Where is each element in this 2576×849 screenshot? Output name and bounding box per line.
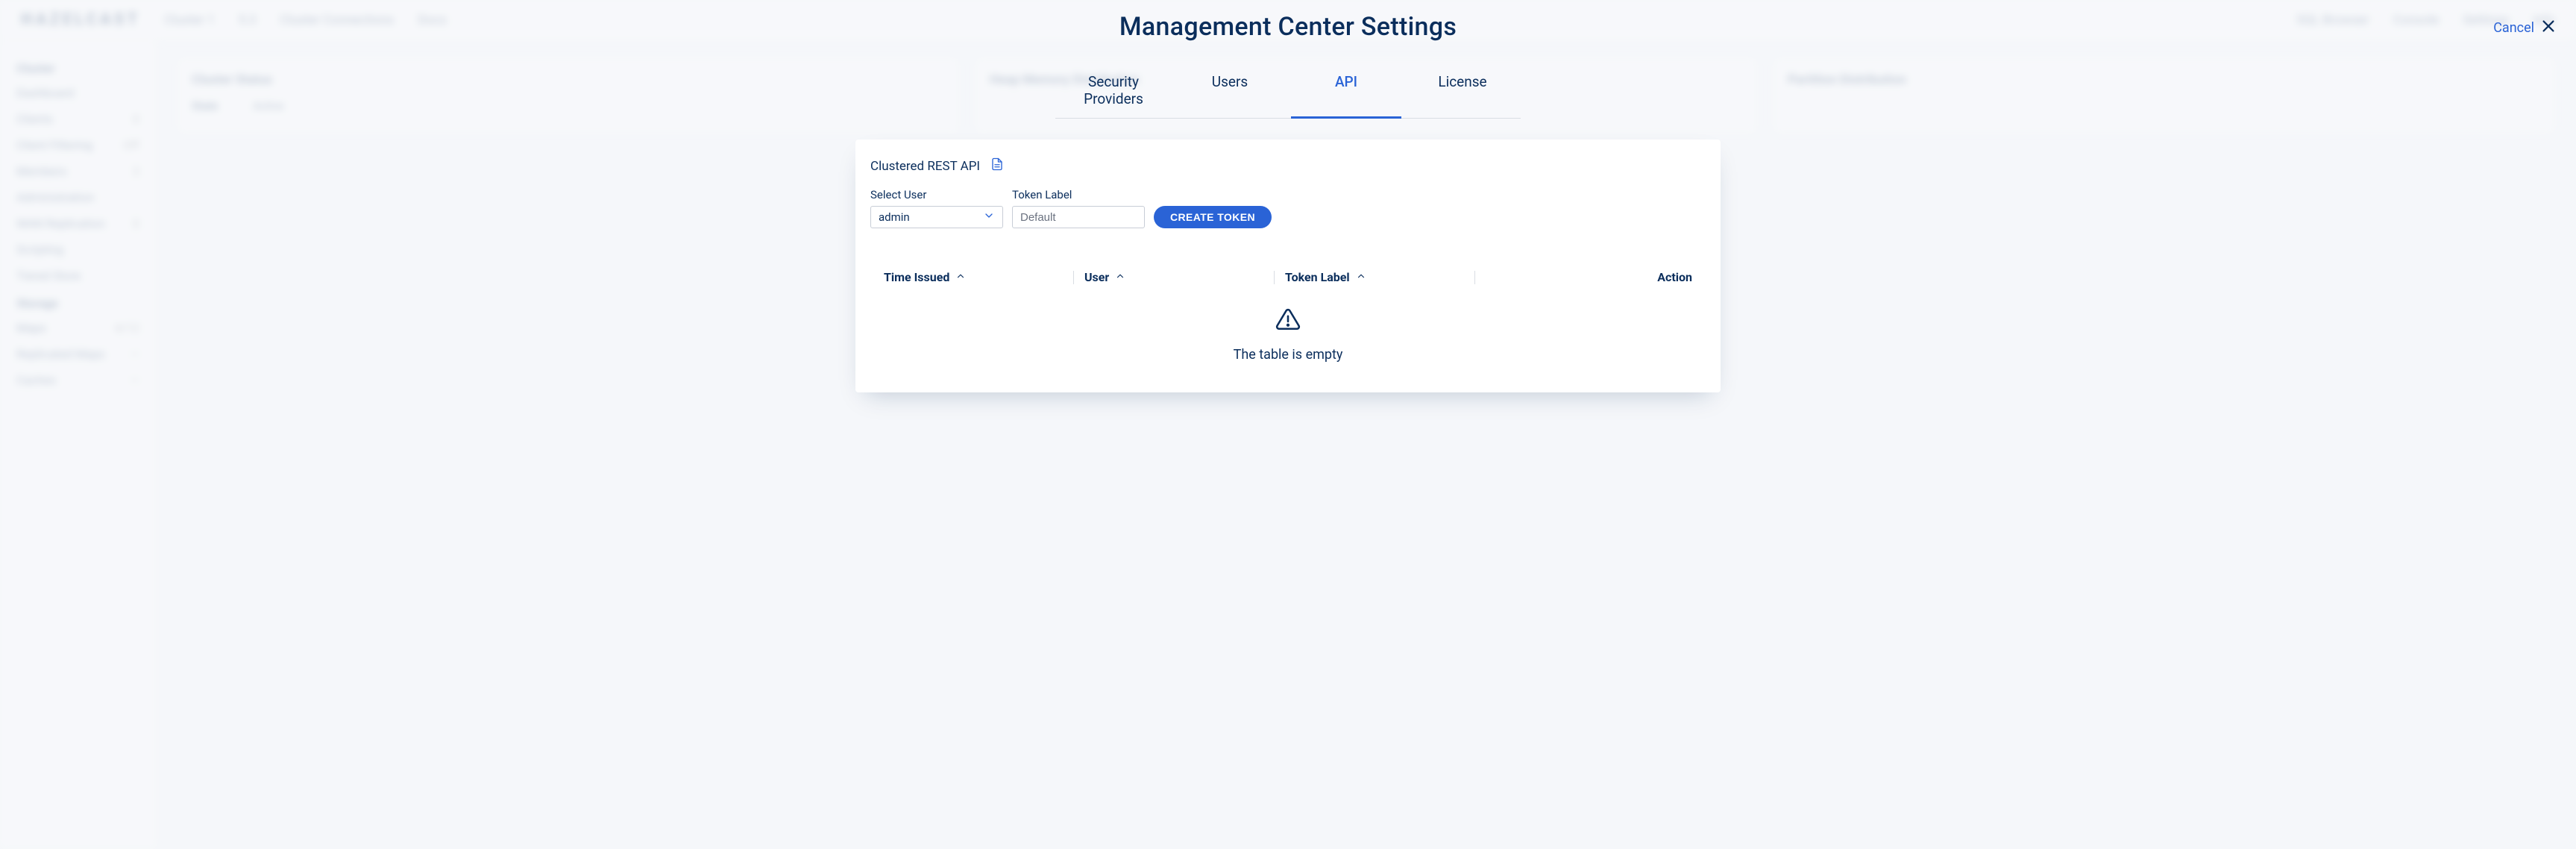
tokens-table: Time Issued User Token Label bbox=[870, 270, 1706, 363]
sort-asc-icon bbox=[1356, 270, 1366, 284]
tab-security-providers[interactable]: Security Providers bbox=[1055, 66, 1172, 118]
select-user-value: admin bbox=[879, 210, 910, 224]
col-action-label: Action bbox=[1657, 270, 1692, 284]
tab-api[interactable]: API bbox=[1288, 66, 1404, 118]
col-user[interactable]: User bbox=[1084, 270, 1263, 284]
warning-icon bbox=[1275, 307, 1301, 335]
document-icon[interactable] bbox=[990, 157, 1004, 175]
api-panel: Clustered REST API Select User admin bbox=[855, 140, 1721, 392]
token-label-label: Token Label bbox=[1012, 188, 1145, 201]
col-divider bbox=[1073, 271, 1074, 284]
select-user-dropdown[interactable]: admin bbox=[870, 206, 1003, 228]
tab-license[interactable]: License bbox=[1404, 66, 1521, 118]
col-divider bbox=[1274, 271, 1275, 284]
cancel-button[interactable]: Cancel bbox=[2493, 18, 2557, 38]
token-label-input[interactable] bbox=[1012, 206, 1145, 228]
modal-title: Management Center Settings bbox=[1119, 12, 1457, 42]
settings-modal: Management Center Settings Cancel Securi… bbox=[0, 0, 2576, 849]
table-header: Time Issued User Token Label bbox=[870, 270, 1706, 284]
sort-asc-icon bbox=[955, 270, 966, 284]
empty-message: The table is empty bbox=[1234, 347, 1343, 363]
col-token-label[interactable]: Token Label bbox=[1285, 270, 1464, 284]
section-title: Clustered REST API bbox=[870, 159, 980, 174]
empty-state: The table is empty bbox=[870, 307, 1706, 363]
col-user-label: User bbox=[1084, 270, 1109, 284]
sort-asc-icon bbox=[1115, 270, 1125, 284]
create-token-button[interactable]: CREATE TOKEN bbox=[1154, 206, 1272, 228]
col-divider bbox=[1474, 271, 1475, 284]
settings-tabs: Security Providers Users API License bbox=[1055, 66, 1521, 119]
chevron-down-icon bbox=[983, 210, 995, 225]
col-time-issued[interactable]: Time Issued bbox=[884, 270, 1063, 284]
tab-users[interactable]: Users bbox=[1172, 66, 1288, 118]
col-token-label-label: Token Label bbox=[1285, 270, 1350, 284]
close-icon bbox=[2540, 18, 2557, 38]
col-action: Action bbox=[1633, 270, 1692, 284]
col-time-issued-label: Time Issued bbox=[884, 270, 949, 284]
cancel-label: Cancel bbox=[2493, 20, 2534, 36]
select-user-label: Select User bbox=[870, 188, 1003, 201]
